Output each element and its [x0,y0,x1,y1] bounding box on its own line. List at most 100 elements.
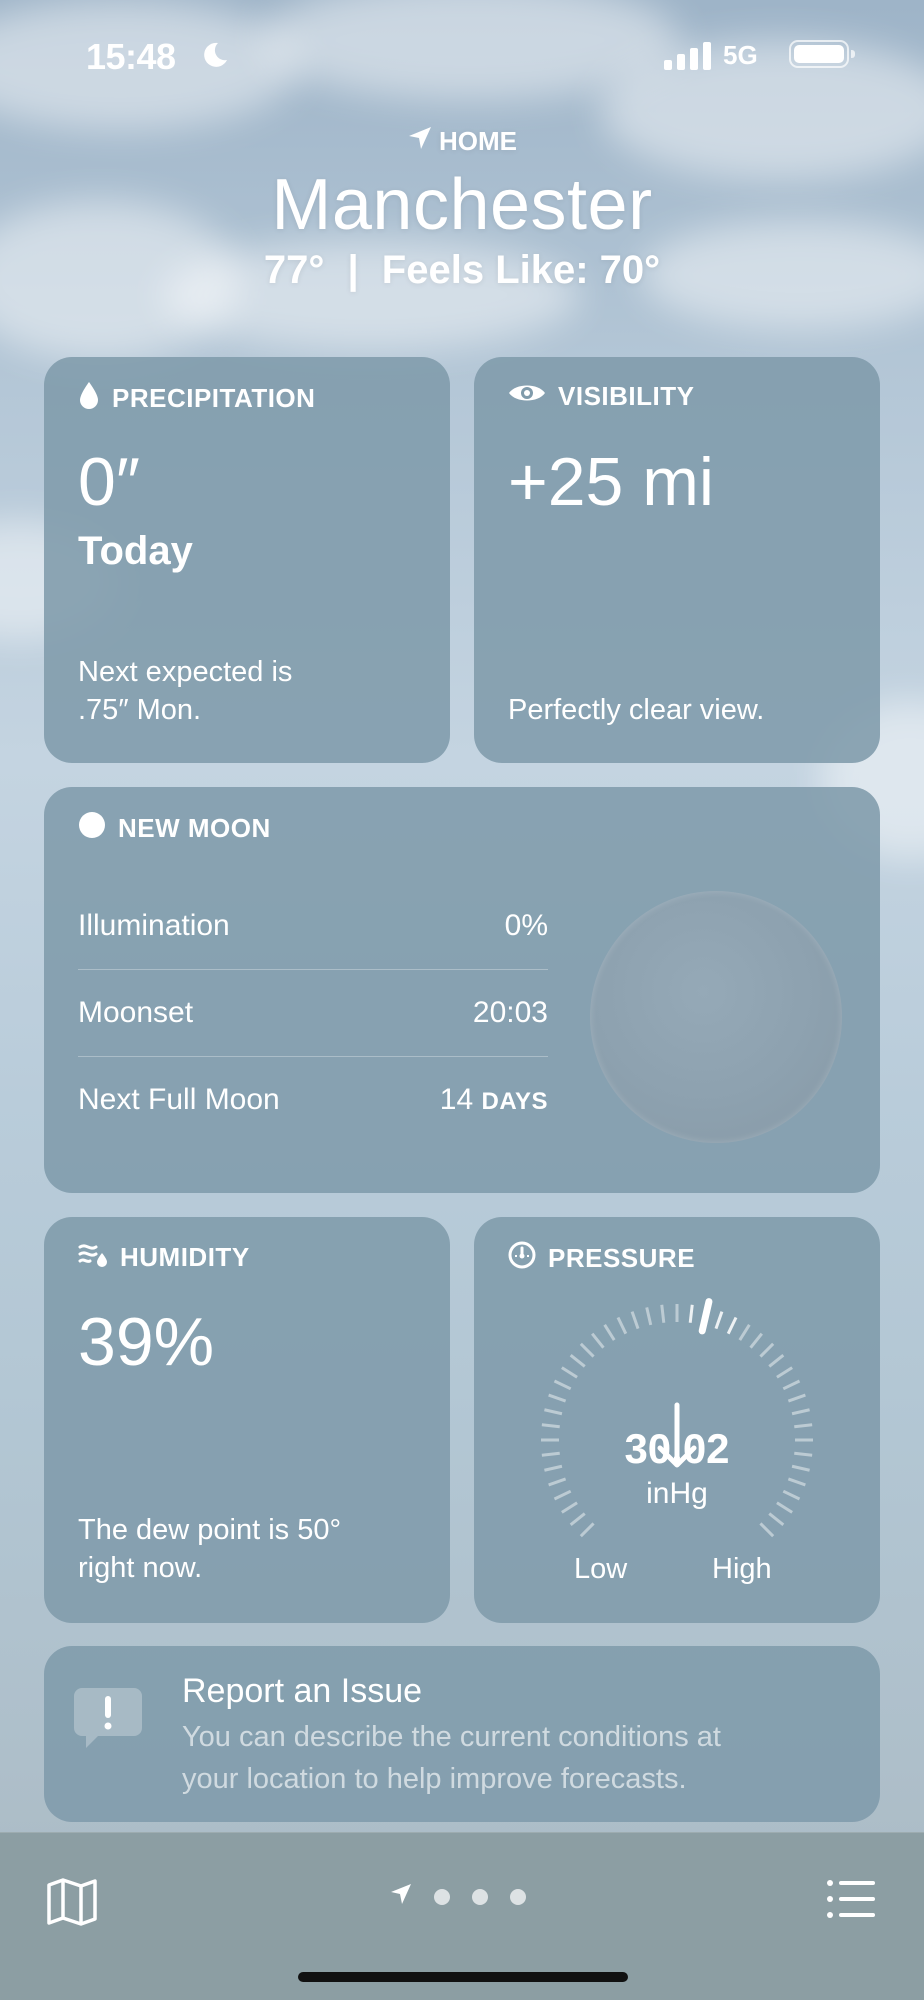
gauge-current-marker [698,1298,713,1335]
gauge-tick [553,1379,572,1391]
gauge-tick [791,1408,810,1416]
gauge-tick [660,1304,666,1323]
moon-row-label: Next Full Moon [78,1083,280,1116]
moon-card[interactable]: NEW MOON Illumination 0% Moonset 20:03 N… [44,787,880,1193]
map-icon[interactable] [46,1877,98,1932]
gauge-tick [544,1408,563,1416]
visibility-card[interactable]: VISIBILITY +25 mi Perfectly clear view. [474,357,880,763]
next-full-moon-days: 14 [439,1083,474,1116]
temperature-separator: | [347,248,359,292]
location-label-row: HOME [0,125,924,158]
network-type: 5G [723,40,758,70]
humidity-header: HUMIDITY [78,1241,250,1274]
precipitation-header: PRECIPITATION [78,381,315,416]
list-icon[interactable] [826,1879,876,1924]
gauge-tick [569,1512,586,1526]
status-bar: 15:48 5G [0,30,924,80]
visibility-title: VISIBILITY [558,381,695,411]
pressure-title: PRESSURE [548,1243,696,1273]
precipitation-note-line2: .75″ Mon. [78,694,202,726]
current-temperature-row: 77° | Feels Like: 70° [0,248,924,293]
current-temperature: 77° [263,248,325,292]
report-issue-card[interactable]: Report an Issue You can describe the cur… [44,1646,880,1822]
signal-icon [664,42,714,75]
focus-moon-icon [200,40,230,75]
moon-header: NEW MOON [78,811,271,846]
precipitation-card[interactable]: PRECIPITATION 0″ Today Next expected is … [44,357,450,763]
gauge-tick [726,1316,738,1335]
gauge-tick [616,1316,628,1335]
moon-row-value: 0% [504,909,548,942]
gauge-icon [508,1241,536,1276]
pressure-header: PRESSURE [508,1241,695,1276]
precipitation-period: Today [78,529,193,573]
gauge-tick [548,1393,567,1403]
page-dot[interactable] [510,1888,526,1905]
gauge-tick [768,1512,785,1526]
precipitation-title: PRECIPITATION [112,383,316,413]
gauge-tick [688,1304,694,1323]
feels-like: Feels Like: 70° [381,248,661,292]
location-page-arrow-icon [390,1883,412,1910]
gauge-tick [787,1393,806,1403]
gauge-tick [579,1522,595,1538]
humidity-note: The dew point is 50° right now. [78,1511,341,1587]
moon-row-value: 14 DAYS [440,1083,548,1117]
gauge-tick [561,1366,578,1379]
moon-row-label: Moonset [78,996,194,1029]
city-name: Manchester [271,165,653,245]
gauge-tick [569,1354,586,1368]
humidity-title: HUMIDITY [120,1242,250,1272]
gauge-tick [645,1307,653,1326]
location-arrow-icon [407,125,433,158]
moon-row-value: 20:03 [472,996,548,1029]
gauge-tick [603,1324,616,1341]
moon-divider [78,1056,548,1057]
humidity-card[interactable]: HUMIDITY 39% The dew point is 50° right … [44,1217,450,1623]
visibility-note: Perfectly clear view. [508,694,765,726]
raindrop-icon [78,381,100,416]
full-circle-moon-icon [78,811,106,846]
visibility-header: VISIBILITY [508,381,694,412]
report-title: Report an Issue [182,1672,423,1710]
gauge-tick [776,1366,793,1379]
humidity-icon [78,1241,108,1274]
moon-row-next-full-moon: Next Full Moon 14 DAYS [78,1083,548,1117]
gauge-tick [759,1342,775,1358]
gauge-tick [768,1354,785,1368]
page-dot[interactable] [472,1888,488,1905]
pressure-card[interactable]: PRESSURE 30.02 inHg Low High [474,1217,880,1623]
moon-divider [78,969,548,970]
home-indicator [298,1972,628,1982]
gauge-tick [714,1311,724,1330]
pressure-value: 30.02 [624,1425,730,1472]
humidity-note-line1: The dew point is 50° [78,1514,342,1546]
precipitation-note-line1: Next expected is [78,656,293,688]
page-dot[interactable] [434,1888,450,1905]
precipitation-value: 0″ [78,444,140,520]
next-full-moon-unit: DAYS [481,1088,548,1115]
moon-image [590,891,842,1143]
moon-row-illumination: Illumination 0% [78,909,548,943]
page-indicator[interactable] [390,1883,526,1910]
gauge-tick [782,1379,801,1391]
location-label: HOME [439,126,517,156]
humidity-value: 39% [78,1304,215,1380]
speech-bubble-exclamation-icon [72,1684,144,1761]
pressure-low-label: Low [574,1553,628,1585]
precipitation-note: Next expected is .75″ Mon. [78,653,292,729]
pressure-high-label: High [712,1553,772,1585]
status-time: 15:48 [86,36,176,77]
moon-title: NEW MOON [118,813,271,843]
location-header: HOME Manchester 77° | Feels Like: 70° [0,125,924,293]
gauge-tick [738,1324,751,1341]
visibility-value: +25 mi [508,444,714,520]
pressure-unit: inHg [646,1477,708,1510]
gauge-tick [630,1311,640,1330]
gauge-tick [749,1332,763,1349]
moon-row-label: Illumination [78,909,230,942]
battery-icon [789,40,855,68]
gauge-tick [591,1332,605,1349]
moon-row-moonset: Moonset 20:03 [78,996,548,1030]
eye-icon [508,381,546,412]
